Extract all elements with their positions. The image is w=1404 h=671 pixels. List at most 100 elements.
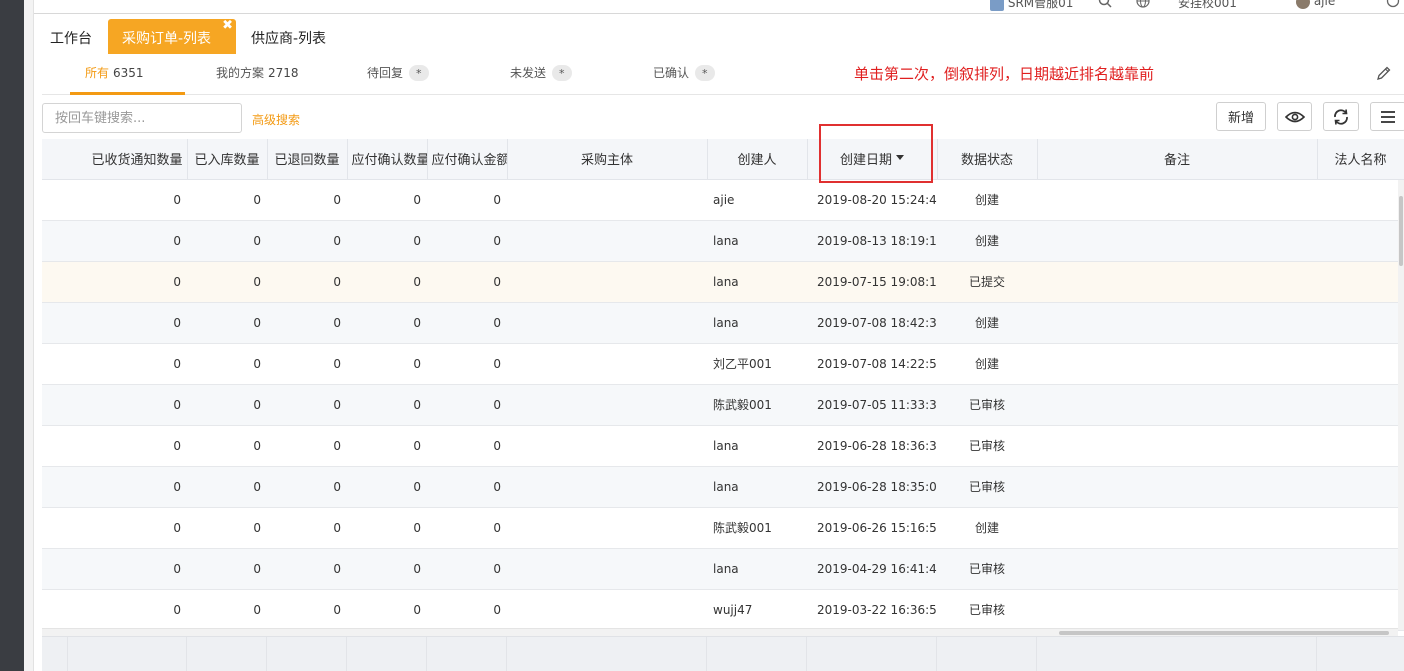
summary-cell (347, 637, 427, 671)
cell-payable-confirm-amount: 0 (427, 343, 507, 385)
header-legal-entity[interactable]: 法人名称 (1317, 139, 1404, 180)
cell-stocked-qty: 0 (187, 425, 267, 467)
table-row[interactable]: 0 0 0 0 0 刘乙平001 2019-07-08 14:22:55 创建 (42, 343, 1404, 385)
cell-creator: lana (707, 302, 807, 344)
table-row[interactable]: 0 0 0 0 0 lana 2019-06-28 18:35:05 已审核 (42, 466, 1404, 508)
header-label: 法人名称 (1334, 153, 1387, 169)
table-row[interactable]: 0 0 0 0 0 lana 2019-04-29 16:41:44 已审核 (42, 548, 1404, 590)
cell-legal-entity (1317, 425, 1404, 467)
filter-tab-confirmed[interactable]: 已确认 * (653, 54, 715, 95)
cell-purchase-entity (507, 589, 707, 631)
table-row[interactable]: 0 0 0 0 0 lana 2019-07-08 18:42:30 创建 (42, 302, 1404, 344)
summary-cell (427, 637, 507, 671)
topbar-user-org[interactable]: SRM管服01 (990, 0, 1073, 11)
edit-pencil-icon[interactable] (1376, 65, 1392, 81)
filter-tab-my-plan-count: 2718 (268, 66, 299, 80)
app-tab-bar: 工作台 采购订单-列表 ✖ 供应商-列表 (34, 14, 1404, 54)
cell-legal-entity (1317, 343, 1404, 385)
table-row[interactable]: 0 0 0 0 0 陈武毅001 2019-06-26 15:16:55 创建 (42, 507, 1404, 549)
cell-stocked-qty: 0 (187, 548, 267, 590)
cell-remarks (1037, 589, 1317, 631)
hamburger-menu-icon (1381, 110, 1395, 123)
header-label: 数据状态 (960, 153, 1013, 169)
sort-descending-icon[interactable] (896, 155, 904, 161)
summary-cell (807, 637, 937, 671)
advanced-search-link[interactable]: 高级搜索 (252, 111, 300, 128)
table-row[interactable]: 0 0 0 0 0 lana 2019-08-13 18:19:18 创建 (42, 220, 1404, 262)
cell-created-date: 2019-06-28 18:35:05 (807, 466, 937, 508)
list-toolbar: 高级搜索 新增 (42, 95, 1404, 139)
power-icon[interactable] (1386, 0, 1400, 11)
search-icon[interactable] (1098, 0, 1112, 11)
close-tab-icon[interactable]: ✖ (222, 6, 233, 46)
header-created-date[interactable]: 创建日期 (807, 139, 938, 180)
cell-data-status: 已审核 (937, 548, 1037, 590)
table-row[interactable]: 0 0 0 0 0 ajie 2019-08-20 15:24:47 创建 (42, 179, 1404, 221)
cell-purchase-entity (507, 343, 707, 385)
tab-purchase-order-label: 采购订单-列表 (122, 31, 212, 47)
filter-tab-all[interactable]: 所有 6351 (70, 54, 185, 95)
summary-cell (42, 637, 68, 671)
cell-created-date: 2019-07-08 14:22:55 (807, 343, 937, 385)
table-row[interactable]: 0 0 0 0 0 陈武毅001 2019-07-05 11:33:31 已审核 (42, 384, 1404, 426)
globe-icon[interactable] (1136, 0, 1150, 11)
table-row[interactable]: 0 0 0 0 0 lana 2019-06-28 18:36:35 已审核 (42, 425, 1404, 467)
cell-data-status: 创建 (937, 343, 1037, 385)
header-returned-qty[interactable]: 已退回数量 (267, 139, 348, 180)
cell-returned-qty: 0 (267, 466, 347, 508)
filter-tab-confirmed-label: 已确认 (653, 66, 690, 80)
cell-remarks (1037, 179, 1317, 221)
cell-creator: 陈武毅001 (707, 384, 807, 426)
cell-payable-confirm-amount: 0 (427, 179, 507, 221)
cell-received-notice-qty: 0 (42, 589, 187, 631)
header-label: 创建人 (737, 153, 777, 169)
cell-returned-qty: 0 (267, 179, 347, 221)
topbar-user[interactable]: ajie (1296, 0, 1335, 9)
header-stocked-qty[interactable]: 已入库数量 (187, 139, 268, 180)
filter-tab-pending-reply-label: 待回复 (367, 66, 404, 80)
cell-payable-confirm-amount: 0 (427, 466, 507, 508)
tab-workbench-label: 工作台 (50, 31, 92, 47)
topbar-user-label: ajie (1313, 0, 1336, 8)
cell-creator: 刘乙平001 (707, 343, 807, 385)
cell-payable-confirm-qty: 0 (347, 466, 427, 508)
header-purchase-entity[interactable]: 采购主体 (507, 139, 708, 180)
filter-tab-pending-reply[interactable]: 待回复 * (367, 54, 429, 95)
header-received-notice-qty[interactable]: 已收货通知数量 (42, 139, 188, 180)
refresh-button[interactable] (1323, 102, 1359, 131)
add-new-button[interactable]: 新增 (1216, 102, 1266, 131)
table-row[interactable]: 0 0 0 0 0 wujj47 2019-03-22 16:36:57 已审核 (42, 589, 1404, 631)
header-remarks[interactable]: 备注 (1037, 139, 1318, 180)
header-payable-confirm-qty[interactable]: 应付确认数量 (347, 139, 428, 180)
cell-returned-qty: 0 (267, 384, 347, 426)
view-toggle-button[interactable] (1277, 102, 1312, 131)
cell-received-notice-qty: 0 (42, 466, 187, 508)
vertical-scroll-thumb[interactable] (1399, 196, 1403, 266)
cell-payable-confirm-amount: 0 (427, 507, 507, 549)
header-data-status[interactable]: 数据状态 (937, 139, 1038, 180)
horizontal-scroll-thumb[interactable] (1059, 631, 1389, 635)
tab-supplier-list[interactable]: 供应商-列表 (237, 19, 340, 54)
cell-legal-entity (1317, 589, 1404, 631)
cell-created-date: 2019-03-22 16:36:57 (807, 589, 937, 631)
table-row[interactable]: 0 0 0 0 0 lana 2019-07-15 19:08:11 已提交 (42, 261, 1404, 303)
header-label: 应付确认金额 (431, 153, 507, 169)
filter-tab-all-label: 所有 (85, 66, 110, 80)
topbar-account-name[interactable]: 安挂校001 (1178, 0, 1237, 11)
header-label: 采购主体 (580, 153, 633, 169)
cell-legal-entity (1317, 179, 1404, 221)
header-creator[interactable]: 创建人 (707, 139, 808, 180)
horizontal-scrollbar[interactable] (42, 628, 1398, 636)
cell-returned-qty: 0 (267, 548, 347, 590)
vertical-scrollbar[interactable] (1398, 180, 1404, 630)
cell-received-notice-qty: 0 (42, 302, 187, 344)
search-input[interactable] (42, 103, 242, 133)
data-grid: 已收货通知数量 已入库数量 已退回数量 应付确认数量 应付确认金额 采购主体 创建人 创建日期… (42, 139, 1404, 631)
cell-created-date: 2019-08-13 18:19:18 (807, 220, 937, 262)
header-payable-confirm-amount[interactable]: 应付确认金额 (427, 139, 508, 180)
filter-tab-my-plan[interactable]: 我的方案 2718 (216, 54, 299, 95)
tab-workbench[interactable]: 工作台 (36, 19, 106, 54)
menu-button[interactable] (1370, 102, 1404, 131)
tab-purchase-order-list[interactable]: 采购订单-列表 ✖ (108, 18, 236, 54)
filter-tab-not-sent[interactable]: 未发送 * (510, 54, 572, 95)
